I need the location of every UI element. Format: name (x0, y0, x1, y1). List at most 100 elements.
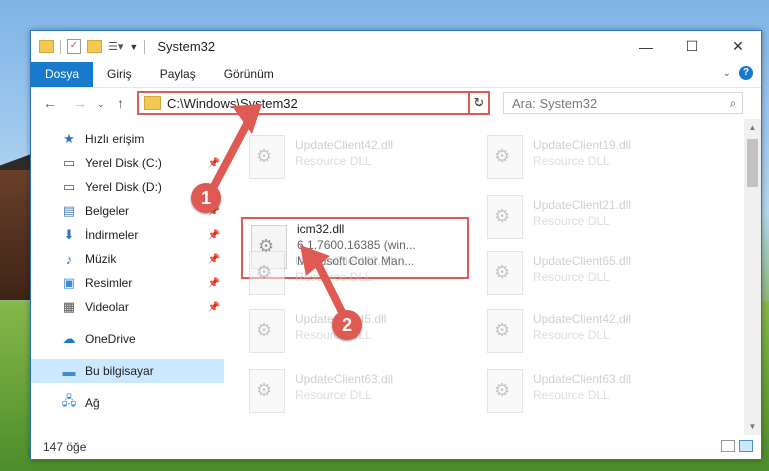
cloud-icon: ☁ (62, 331, 76, 346)
tab-file[interactable]: Dosya (31, 62, 94, 87)
refresh-button[interactable]: ↻ (468, 91, 490, 115)
file-item[interactable]: UpdateClient63.dll Resource DLL (479, 363, 704, 423)
file-description: Resource DLL (295, 388, 372, 402)
sidebar-item-pictures[interactable]: ▣ Resimler 📌 (31, 271, 224, 295)
new-folder-icon[interactable] (87, 40, 102, 53)
search-icon[interactable]: ⌕ (724, 96, 742, 111)
customize-toolbar-icon[interactable]: ☰▾ (108, 40, 123, 53)
file-name: UpdateClient42.dll (295, 138, 394, 152)
sidebar-item-quick-access[interactable]: ★ Hızlı erişim (31, 127, 224, 151)
expand-ribbon-icon[interactable]: ⌄ (723, 68, 731, 79)
address-bar[interactable]: C:\Windows\System32 ⌄ (137, 91, 490, 115)
dll-file-icon (487, 369, 523, 413)
sidebar-item-label: Yerel Disk (C:) (85, 156, 162, 170)
scroll-thumb[interactable] (747, 139, 758, 187)
dropdown-arrow-icon[interactable]: ▼ (129, 42, 138, 52)
sidebar-item-label: Yerel Disk (D:) (85, 180, 162, 194)
tab-view[interactable]: Görünüm (210, 62, 288, 87)
file-item[interactable]: UpdateClient42.dll Resource DLL (241, 129, 466, 189)
background-barn (0, 170, 30, 300)
large-icons-view-icon[interactable] (739, 440, 753, 452)
file-item[interactable]: UpdateClient42.dll Resource DLL (479, 303, 704, 363)
sidebar-item-local-disk-c[interactable]: ▭ Yerel Disk (C:) 📌 (31, 151, 224, 175)
file-name: UpdateClient65.dll (533, 254, 632, 268)
sidebar-item-onedrive[interactable]: ☁ OneDrive (31, 327, 224, 351)
sidebar-item-label: Resimler (85, 276, 133, 290)
scroll-up-icon[interactable]: ▲ (744, 119, 761, 136)
file-description: Resource DLL (533, 388, 610, 402)
file-item[interactable]: UpdateClient63.dll Resource DLL (241, 363, 466, 423)
navigation-bar: ← → ⌄ ↑ C:\Windows\System32 ⌄ ↻ Ara: Sys… (31, 88, 761, 119)
dll-file-icon (487, 195, 523, 239)
explorer-window: ✓ ☰▾ ▼ System32 — ☐ ✕ Dosya Giriş Paylaş… (30, 30, 762, 460)
sidebar-item-label: Bu bilgisayar (85, 364, 154, 378)
folder-icon (144, 96, 161, 110)
drive-icon: ▭ (62, 179, 76, 194)
sidebar-item-label: Ağ (85, 396, 100, 410)
pin-icon[interactable]: 📌 (208, 158, 220, 169)
file-description: Resource DLL (295, 154, 372, 168)
details-view-icon[interactable] (721, 440, 735, 452)
folder-icon (39, 40, 54, 53)
file-description: Resource DLL (533, 154, 610, 168)
window-title: System32 (157, 39, 216, 54)
minimize-button[interactable]: — (623, 31, 669, 62)
sidebar-item-label: OneDrive (85, 332, 136, 346)
file-item[interactable]: UpdateClient42.dll Resource DLL (241, 245, 466, 305)
file-item[interactable]: UpdateClient21.dll Resource DLL (479, 189, 704, 249)
up-arrow-icon[interactable]: ↑ (117, 95, 124, 111)
back-arrow-icon[interactable]: ← (43, 95, 57, 111)
scroll-down-icon[interactable]: ▼ (744, 418, 761, 435)
sidebar-item-this-pc[interactable]: ▬ Bu bilgisayar (31, 359, 224, 383)
navigation-pane: ★ Hızlı erişim ▭ Yerel Disk (C:) 📌 ▭ Yer… (31, 127, 224, 425)
file-description: Resource DLL (533, 328, 610, 342)
videos-icon: ▦ (62, 299, 76, 314)
dll-file-icon (487, 251, 523, 295)
search-box[interactable]: Ara: System32 ⌕ (503, 92, 743, 114)
sidebar-item-network[interactable]: 🖧 Ağ (31, 391, 224, 415)
sidebar-item-label: Müzik (85, 252, 117, 266)
file-list: UpdateClient42.dll Resource DLL UpdateCli… (241, 121, 741, 431)
file-item[interactable]: UpdateClient19.dll Resource DLL (479, 129, 704, 189)
computer-icon: ▬ (62, 363, 76, 379)
view-toggle (721, 440, 753, 452)
close-button[interactable]: ✕ (715, 31, 761, 62)
pictures-icon: ▣ (62, 275, 76, 290)
title-bar: ✓ ☰▾ ▼ System32 — ☐ ✕ (31, 31, 761, 62)
status-bar: 147 öğe (31, 435, 761, 459)
dll-file-icon (487, 309, 523, 353)
file-name: icm32.dll (297, 222, 345, 236)
sidebar-item-downloads[interactable]: ⬇ İndirmeler 📌 (31, 223, 224, 247)
search-input[interactable]: Ara: System32 (504, 96, 724, 111)
pin-icon[interactable]: 📌 (208, 278, 220, 289)
tab-home[interactable]: Giriş (93, 62, 146, 87)
recent-locations-icon[interactable]: ⌄ (97, 99, 105, 110)
dll-file-icon (249, 369, 285, 413)
drive-icon: ▭ (62, 155, 76, 170)
address-path[interactable]: C:\Windows\System32 (167, 96, 470, 111)
sidebar-item-label: Hızlı erişim (85, 132, 145, 146)
maximize-button[interactable]: ☐ (669, 31, 715, 62)
sidebar-item-label: İndirmeler (85, 228, 139, 242)
sidebar-item-music[interactable]: ♪ Müzik 📌 (31, 247, 224, 271)
vertical-scrollbar[interactable]: ▲ ▼ (744, 119, 761, 435)
help-icon[interactable]: ? (739, 66, 753, 80)
file-name: UpdateClient63.dll (295, 372, 394, 386)
ribbon-tabs: Dosya Giriş Paylaş Görünüm ⌄ ? (31, 62, 761, 88)
window-controls: — ☐ ✕ (623, 31, 761, 62)
tab-share[interactable]: Paylaş (146, 62, 210, 87)
ribbon-right-controls: ⌄ ? (723, 66, 753, 80)
sidebar-item-videos[interactable]: ▦ Videolar 📌 (31, 295, 224, 319)
file-item[interactable]: UpdateClient65.dll Resource DLL (479, 245, 704, 305)
file-description: Resource DLL (533, 270, 610, 284)
music-icon: ♪ (65, 251, 73, 267)
forward-arrow-icon[interactable]: → (73, 95, 87, 111)
dll-file-icon (249, 135, 285, 179)
pin-icon[interactable]: 📌 (208, 230, 220, 241)
file-name: UpdateClient42.dll (533, 312, 632, 326)
dll-file-icon (487, 135, 523, 179)
pin-icon[interactable]: 📌 (208, 302, 220, 313)
properties-icon[interactable]: ✓ (67, 39, 81, 54)
sidebar-item-label: Videolar (85, 300, 129, 314)
pin-icon[interactable]: 📌 (208, 254, 220, 265)
